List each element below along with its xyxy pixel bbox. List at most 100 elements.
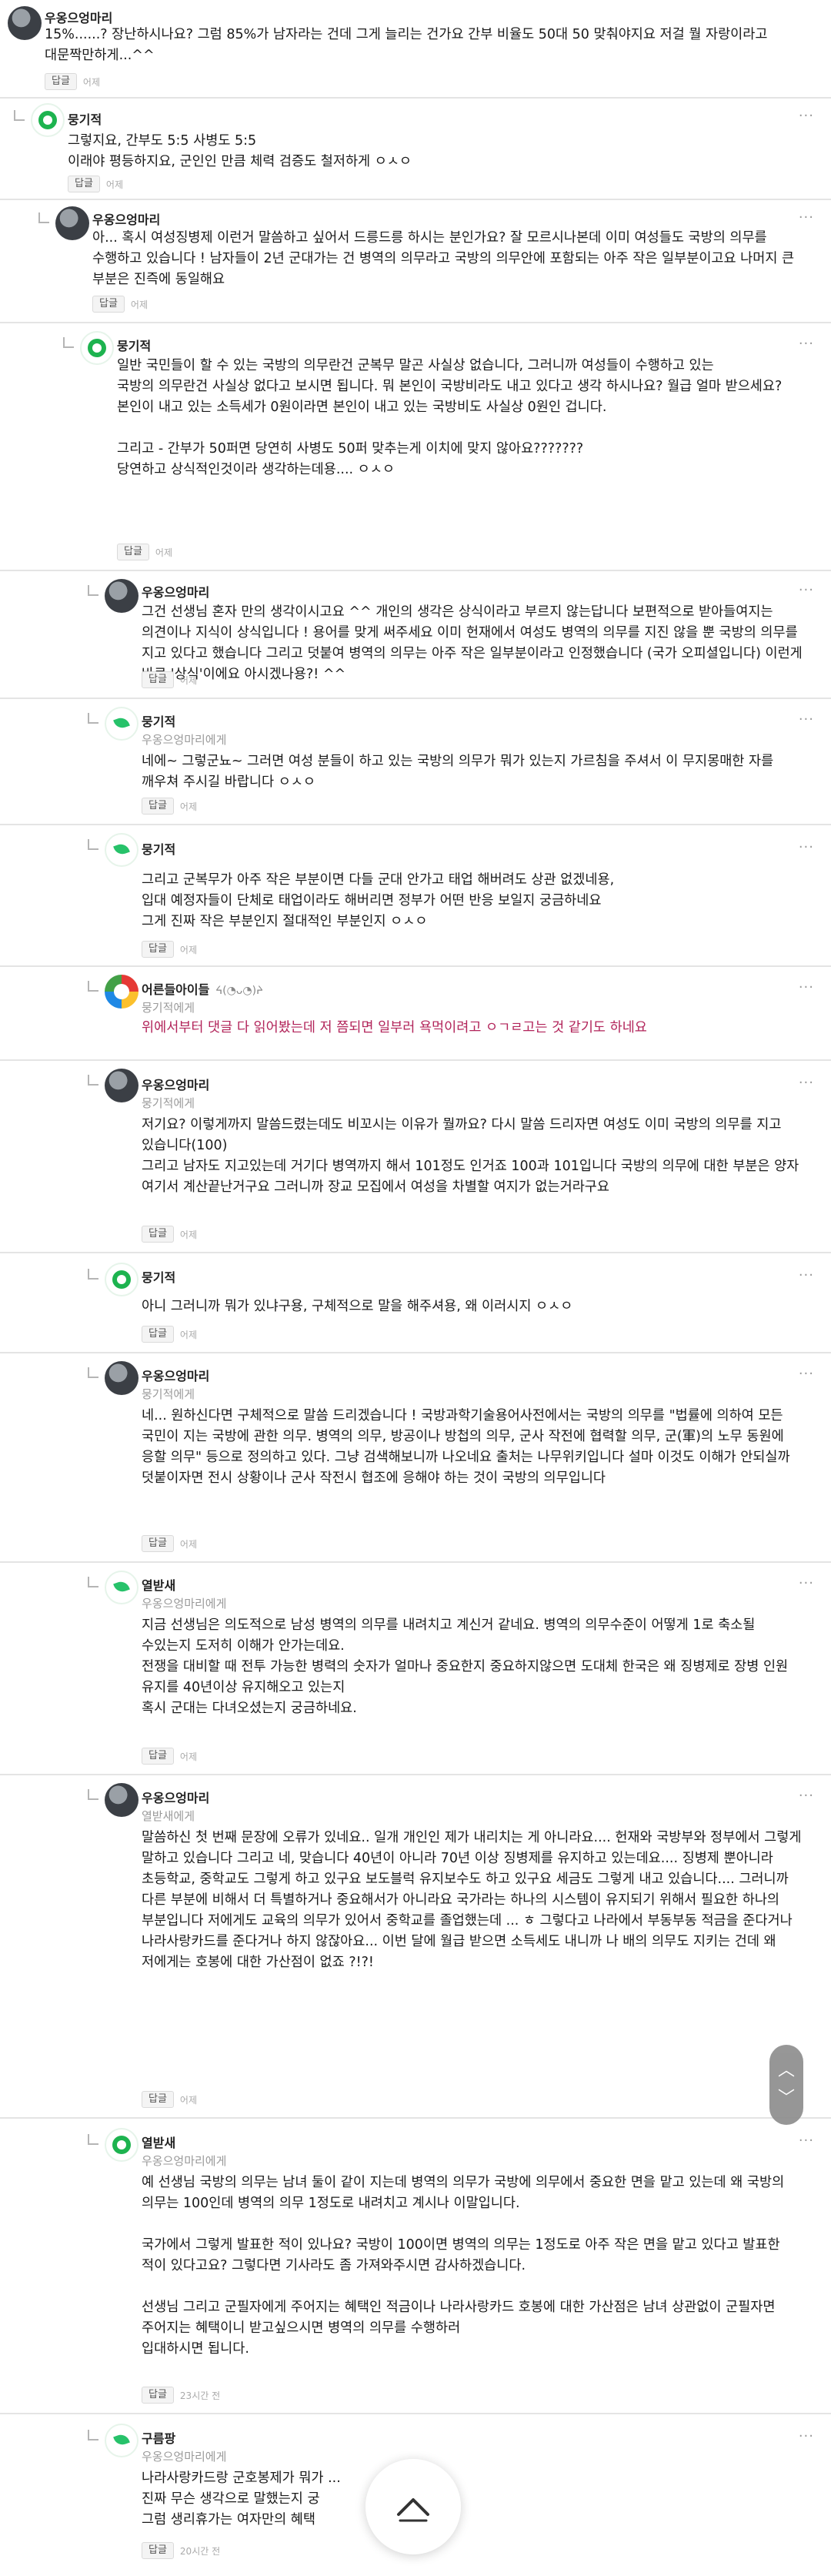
more-dots-icon[interactable]: ···	[799, 1788, 814, 1804]
more-dots-icon[interactable]: ···	[799, 711, 814, 728]
comment-text: 15%......? 장난하시나요? 그럼 85%가 남자라는 건데 그게 늘리…	[45, 27, 773, 63]
comment-divider	[0, 97, 831, 99]
reply-button[interactable]: 답글	[142, 2091, 174, 2108]
comment-text: 그건 선생님 혼자 만의 생각이시고요 ^^ 개인의 생각은 상식이라고 부르지…	[142, 604, 807, 682]
reply-button[interactable]: 답글	[142, 1226, 174, 1243]
author-name[interactable]: 뭉기적	[117, 336, 151, 354]
author-name[interactable]: 뭉기적	[68, 109, 102, 128]
comment-time: 어제	[105, 179, 124, 190]
reply-arrow-icon	[63, 337, 74, 348]
more-dots-icon[interactable]: ···	[799, 1366, 814, 1382]
reply-button[interactable]: 답글	[142, 1326, 174, 1343]
more-dots-icon[interactable]: ···	[799, 2428, 814, 2444]
comment-text: 그리고 군복무가 아주 작은 부분이면 다들 군대 안가고 태업 해버려도 상관…	[142, 872, 615, 929]
author-avatar[interactable]	[105, 975, 138, 1009]
reply-mention[interactable]: 뭉기적에게	[142, 1095, 195, 1111]
scroll-navigation[interactable]: ︿ ﹀	[769, 2045, 803, 2125]
comment-text: 네... 원하신다면 구체적으로 말씀 드리겠습니다 ! 국방과학기술용어사전에…	[142, 1408, 795, 1486]
author-avatar[interactable]	[105, 2128, 138, 2162]
comment-text: 위에서부터 댓글 다 읽어봤는데 저 쯤되면 일부러 욕먹이려고 ㅇㄱㄹ고는 것…	[142, 1020, 647, 1035]
author-avatar[interactable]	[31, 103, 65, 137]
reply-arrow-icon	[88, 2430, 98, 2441]
author-name-text: 어른들아이들	[142, 982, 210, 997]
comment-divider	[0, 1059, 831, 1061]
comment-text: 일반 국민들이 할 수 있는 국방의 의무란건 군복무 말곤 사실상 없습니다,…	[117, 358, 783, 477]
author-name[interactable]: 우옹으엉마리	[142, 1366, 209, 1384]
author-avatar[interactable]	[105, 1571, 138, 1604]
author-name[interactable]: 뭉기적	[142, 711, 175, 730]
reply-mention[interactable]: 열받새에게	[142, 1808, 195, 1824]
reply-button[interactable]: 답글	[68, 176, 100, 192]
reply-mention[interactable]: 우옹으엉마리에게	[142, 1595, 226, 1611]
author-name[interactable]: 어른들아이들 ᔦ(◔ᴗ◔)ᔨ	[142, 979, 263, 998]
comment-time: 어제	[179, 801, 198, 812]
reply-button[interactable]: 답글	[142, 2387, 174, 2404]
reply-button[interactable]: 답글	[142, 1535, 174, 1552]
author-name[interactable]: 우옹으엉마리	[45, 8, 112, 26]
author-name[interactable]: 우옹으엉마리	[142, 1075, 209, 1093]
author-avatar[interactable]	[105, 2424, 138, 2457]
reply-button[interactable]: 답글	[142, 798, 174, 815]
author-avatar[interactable]	[105, 707, 138, 741]
reply-button[interactable]: 답글	[117, 544, 149, 560]
reply-button[interactable]: 답글	[92, 296, 125, 313]
comment-divider	[0, 965, 831, 967]
author-avatar[interactable]	[105, 1263, 138, 1296]
comment-time: 23시간 전	[179, 2390, 221, 2401]
comment-time: 어제	[179, 2094, 198, 2106]
reply-button[interactable]: 답글	[142, 2542, 174, 2559]
reply-mention[interactable]: 우옹으엉마리에게	[142, 2448, 226, 2464]
author-name[interactable]: 우옹으엉마리	[142, 582, 209, 601]
comment-time: 어제	[179, 1751, 198, 1762]
author-name[interactable]: 뭉기적	[142, 1267, 175, 1286]
comment-divider	[0, 824, 831, 825]
more-dots-icon[interactable]: ···	[799, 209, 814, 226]
reply-mention[interactable]: 뭉기적에게	[142, 1386, 195, 1402]
comment-divider	[0, 199, 831, 200]
comment-divider	[0, 1252, 831, 1253]
more-dots-icon[interactable]: ···	[799, 582, 814, 598]
reply-arrow-icon	[88, 1075, 98, 1086]
more-dots-icon[interactable]: ···	[799, 2133, 814, 2149]
author-name[interactable]: 열받새	[142, 1575, 175, 1594]
scroll-down-icon[interactable]: ﹀	[778, 2090, 795, 2107]
more-dots-icon[interactable]: ···	[799, 1075, 814, 1091]
author-avatar[interactable]	[8, 6, 42, 40]
author-name[interactable]: 구름팡	[142, 2428, 175, 2447]
scroll-to-top-button[interactable]	[365, 2459, 461, 2554]
author-name[interactable]: 우옹으엉마리	[142, 1788, 209, 1806]
author-name[interactable]: 열받새	[142, 2133, 175, 2151]
author-avatar[interactable]	[105, 1783, 138, 1817]
more-dots-icon[interactable]: ···	[799, 979, 814, 995]
comment-text: 예 선생님 국방의 의무는 남녀 둘이 같이 지는데 병역의 의무가 국방에 의…	[142, 2175, 785, 2357]
more-dots-icon[interactable]: ···	[799, 839, 814, 855]
comment-divider	[0, 2413, 831, 2414]
reply-mention[interactable]: 우옹으엉마리에게	[142, 2153, 226, 2169]
author-avatar[interactable]	[105, 579, 138, 613]
author-name[interactable]: 뭉기적	[142, 839, 175, 858]
author-avatar[interactable]	[80, 331, 114, 365]
more-dots-icon[interactable]: ···	[799, 108, 814, 124]
author-avatar[interactable]	[55, 206, 89, 240]
scroll-up-icon[interactable]: ︿	[778, 2062, 795, 2079]
author-emoticon: ᔦ(◔ᴗ◔)ᔨ	[215, 985, 263, 997]
comment-time: 어제	[179, 1538, 198, 1550]
reply-button[interactable]: 답글	[142, 1748, 174, 1765]
comment-time: 어제	[179, 944, 198, 955]
reply-button[interactable]: 답글	[45, 73, 77, 90]
reply-mention[interactable]: 우옹으엉마리에게	[142, 731, 226, 748]
reply-button[interactable]: 답글	[142, 941, 174, 958]
more-dots-icon[interactable]: ···	[799, 336, 814, 352]
comment-divider	[0, 570, 831, 571]
reply-button[interactable]: 답글	[142, 671, 174, 688]
more-dots-icon[interactable]: ···	[799, 1575, 814, 1591]
author-avatar[interactable]	[105, 1361, 138, 1395]
reply-arrow-icon	[88, 1269, 98, 1280]
author-name[interactable]: 우옹으엉마리	[92, 209, 160, 228]
comment-text: 그렇지요, 간부도 5:5 사병도 5:5 이래야 평등하지요, 군인인 만큼 …	[68, 133, 412, 169]
reply-mention[interactable]: 뭉기적에게	[142, 999, 195, 1015]
more-dots-icon[interactable]: ···	[799, 1267, 814, 1283]
author-avatar[interactable]	[105, 1069, 138, 1102]
author-avatar[interactable]	[105, 833, 138, 867]
comment-time: 어제	[179, 674, 198, 686]
